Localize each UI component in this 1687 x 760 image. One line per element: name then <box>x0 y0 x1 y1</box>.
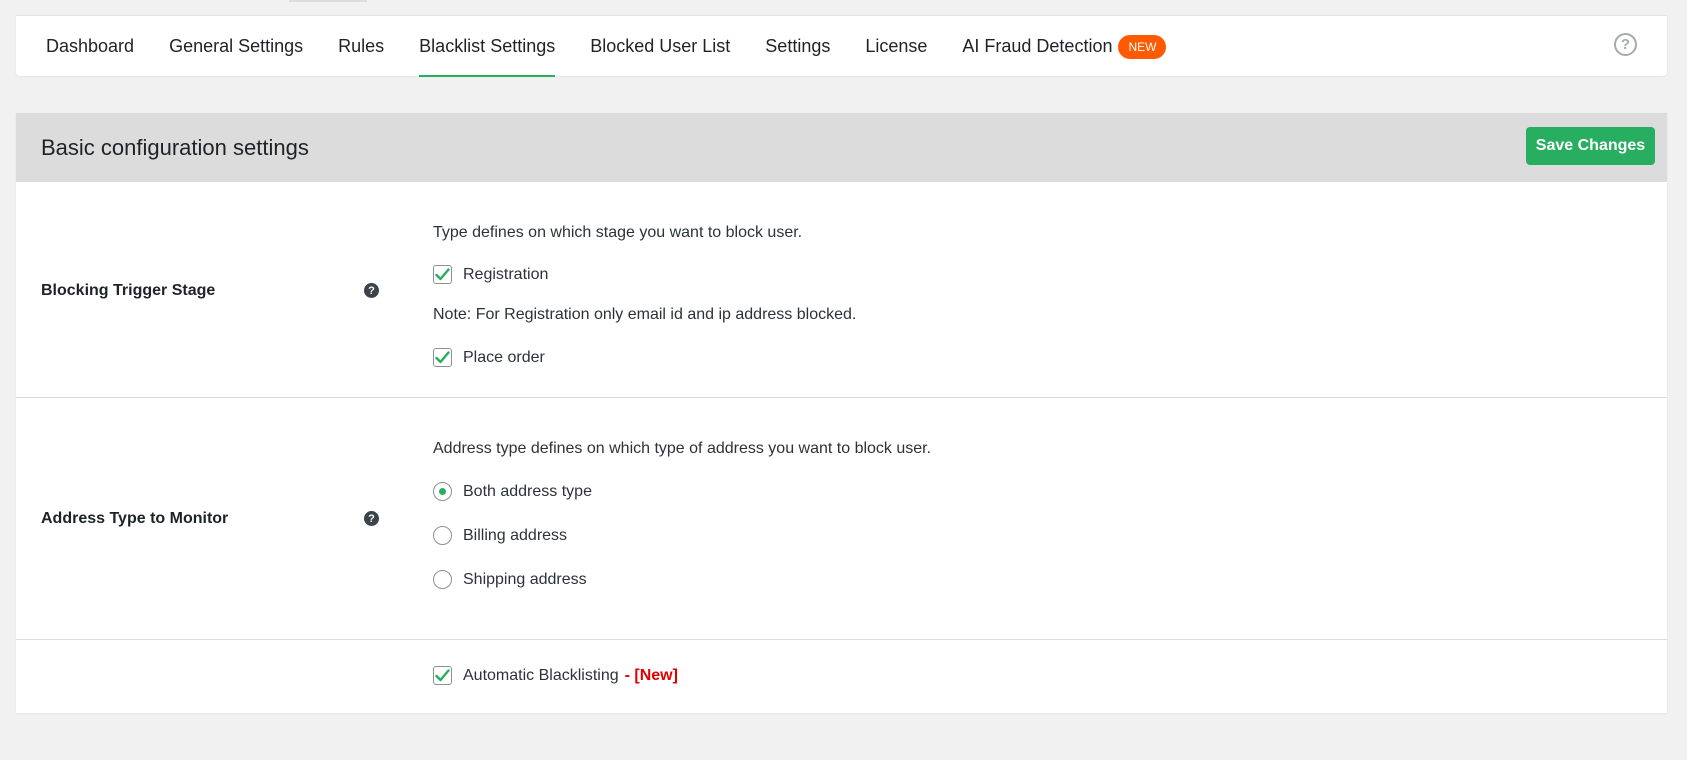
place-order-label: Place order <box>463 348 545 366</box>
top-strip <box>0 0 1687 15</box>
tab-label: Dashboard <box>46 36 135 56</box>
automatic-blacklisting-checkbox[interactable] <box>433 666 452 685</box>
registration-label: Registration <box>463 265 549 283</box>
check-icon <box>435 669 450 682</box>
tab-label: AI Fraud Detection <box>962 36 1113 56</box>
address-type-description: Address type defines on which type of ad… <box>433 440 932 457</box>
automatic-blacklisting-option[interactable]: Automatic Blacklisting - [New] <box>433 666 933 685</box>
registration-note: Note: For Registration only email id and… <box>433 306 857 323</box>
registration-option[interactable]: Registration <box>433 265 833 284</box>
check-icon <box>435 268 450 281</box>
tab-label: Blocked User List <box>590 36 731 56</box>
panel-header: Basic configuration settings Save Change… <box>16 113 1667 182</box>
tab-rules[interactable]: Rules <box>338 16 384 77</box>
billing-address-label: Billing address <box>463 526 568 544</box>
automatic-blacklisting-label: Automatic Blacklisting <box>463 666 619 684</box>
nav-tabs: Dashboard General Settings Rules Blackli… <box>46 16 1201 77</box>
question-icon[interactable]: ? <box>364 511 379 526</box>
nav-bar: Dashboard General Settings Rules Blackli… <box>16 15 1667 77</box>
check-icon <box>435 351 450 364</box>
new-tag: - [New] <box>624 666 678 684</box>
shipping-address-option[interactable]: Shipping address <box>433 570 833 589</box>
blocking-trigger-stage-row: Blocking Trigger Stage ? Type defines on… <box>16 182 1667 398</box>
shipping-address-radio[interactable] <box>433 570 452 589</box>
both-address-label: Both address type <box>463 482 592 500</box>
tab-label: General Settings <box>169 36 304 56</box>
both-address-radio[interactable] <box>433 482 452 501</box>
both-address-option[interactable]: Both address type <box>433 482 833 501</box>
tab-license[interactable]: License <box>865 16 927 77</box>
shipping-address-label: Shipping address <box>463 570 587 588</box>
stage-description: Type defines on which stage you want to … <box>433 224 803 241</box>
question-icon[interactable]: ? <box>364 283 379 298</box>
panel-title: Basic configuration settings <box>41 135 309 160</box>
tab-label: Settings <box>765 36 831 56</box>
tab-label: Blacklist Settings <box>419 36 556 56</box>
top-tab-stub <box>289 0 367 2</box>
tab-blacklist-settings[interactable]: Blacklist Settings <box>419 16 556 77</box>
address-type-label: Address Type to Monitor <box>41 510 229 527</box>
tab-dashboard[interactable]: Dashboard <box>46 16 134 77</box>
tab-label: License <box>865 36 928 56</box>
tab-ai-fraud-detection[interactable]: AI Fraud Detection NEW <box>962 16 1167 77</box>
automatic-blacklisting-row: Automatic Blacklisting - [New] <box>16 640 1667 760</box>
place-order-checkbox[interactable] <box>433 348 452 367</box>
tab-blocked-user-list[interactable]: Blocked User List <box>590 16 730 77</box>
blocking-trigger-stage-label: Blocking Trigger Stage <box>41 282 216 299</box>
tab-label: Rules <box>338 36 385 56</box>
tab-general-settings[interactable]: General Settings <box>169 16 303 77</box>
help-circle-icon[interactable]: ? <box>1614 33 1637 56</box>
billing-address-radio[interactable] <box>433 526 452 545</box>
address-type-row: Address Type to Monitor ? Address type d… <box>16 398 1667 640</box>
place-order-option[interactable]: Place order <box>433 348 833 367</box>
billing-address-option[interactable]: Billing address <box>433 526 833 545</box>
radio-selected-dot <box>439 488 446 495</box>
settings-panel: Basic configuration settings Save Change… <box>16 113 1667 713</box>
registration-checkbox[interactable] <box>433 265 452 284</box>
tab-settings[interactable]: Settings <box>765 16 830 77</box>
save-changes-button[interactable]: Save Changes <box>1526 127 1655 165</box>
new-badge: NEW <box>1118 34 1167 59</box>
